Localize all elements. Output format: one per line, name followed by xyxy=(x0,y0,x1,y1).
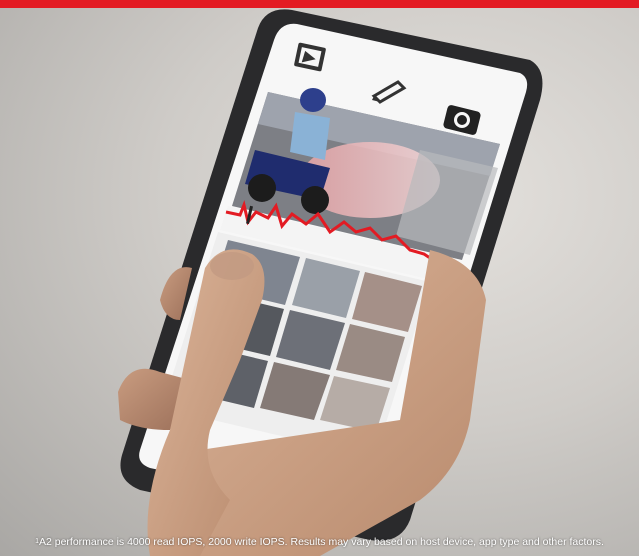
footnote: 1A2 performance is 4000 read IOPS, 2000 … xyxy=(8,534,631,550)
phone-photo xyxy=(118,9,543,556)
footnote-text: A2 performance is 4000 read IOPS, 2000 w… xyxy=(38,536,604,548)
photo-scene: 1A2 performance is 4000 read IOPS, 2000 … xyxy=(0,0,639,556)
